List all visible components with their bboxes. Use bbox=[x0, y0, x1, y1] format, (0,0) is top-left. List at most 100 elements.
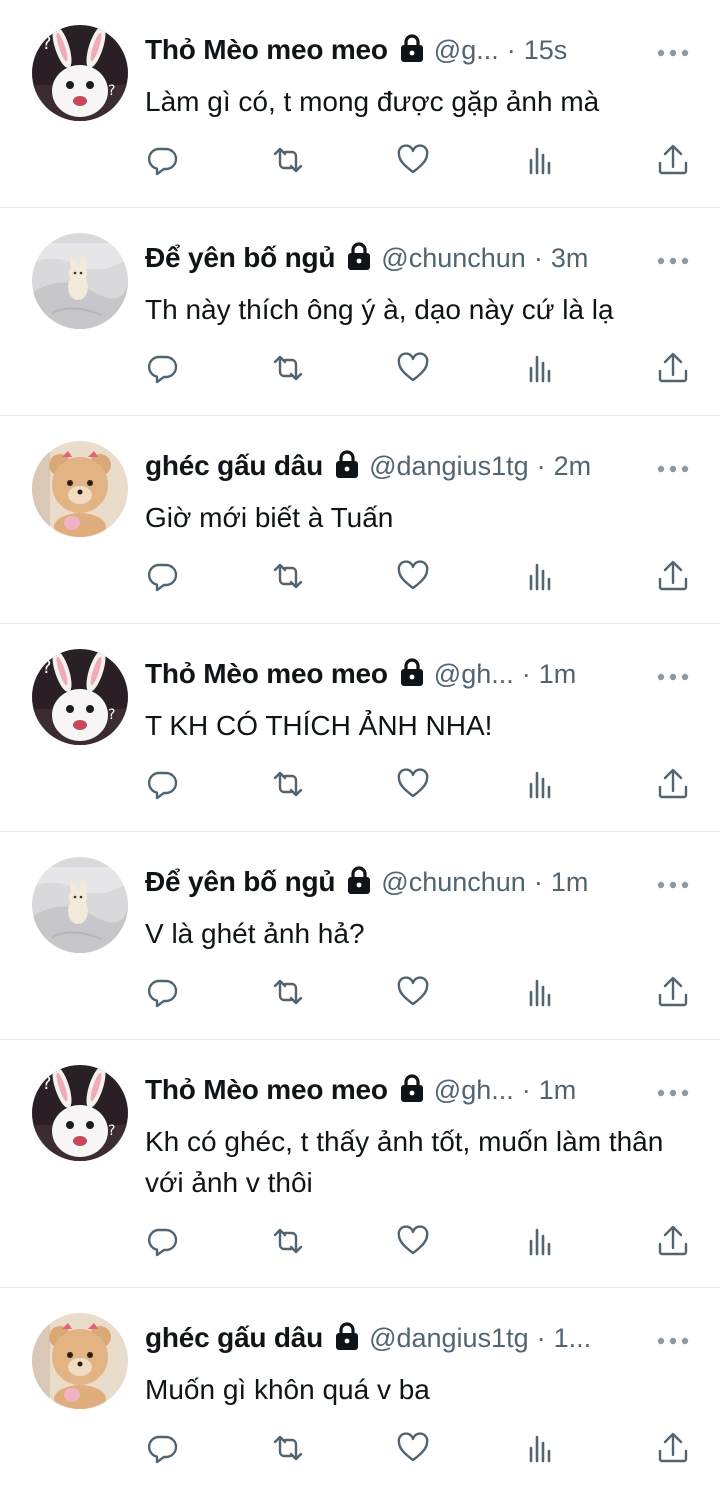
action-bar bbox=[0, 143, 720, 183]
more-icon[interactable] bbox=[656, 253, 690, 265]
views-icon[interactable] bbox=[524, 767, 558, 801]
reply-icon[interactable] bbox=[145, 1224, 179, 1258]
share-icon[interactable] bbox=[656, 559, 690, 593]
author-handle[interactable]: @gh... bbox=[434, 1075, 514, 1106]
tweet-header: Thỏ Mèo meo meo @g... · 15s bbox=[145, 30, 630, 70]
author-name[interactable]: Để yên bố ngủ bbox=[145, 866, 335, 898]
retweet-icon[interactable] bbox=[271, 975, 305, 1009]
author-handle[interactable]: @dangius1tg bbox=[369, 451, 529, 482]
more-icon[interactable] bbox=[656, 1333, 690, 1345]
author-name[interactable]: Thỏ Mèo meo meo bbox=[145, 34, 388, 66]
heart-icon[interactable] bbox=[396, 767, 430, 801]
retweet-icon[interactable] bbox=[271, 351, 305, 385]
author-handle[interactable]: @chunchun bbox=[381, 243, 526, 274]
timestamp[interactable]: 1m bbox=[551, 867, 589, 898]
author-name[interactable]: Thỏ Mèo meo meo bbox=[145, 1074, 388, 1106]
avatar[interactable]: ? ? bbox=[32, 1065, 128, 1161]
divider bbox=[0, 207, 720, 208]
timestamp[interactable]: 15s bbox=[524, 35, 568, 66]
action-bar bbox=[0, 975, 720, 1015]
author-name[interactable]: ghéc gấu dâu bbox=[145, 1322, 323, 1354]
share-icon[interactable] bbox=[656, 975, 690, 1009]
separator-dot: · bbox=[521, 658, 531, 689]
author-name[interactable]: Thỏ Mèo meo meo bbox=[145, 658, 388, 690]
separator-dot: · bbox=[536, 1322, 546, 1353]
svg-text:?: ? bbox=[108, 83, 115, 99]
timestamp[interactable]: 2m bbox=[554, 451, 592, 482]
divider bbox=[0, 623, 720, 624]
timestamp[interactable]: 1m bbox=[539, 1075, 577, 1106]
tweet-header: Thỏ Mèo meo meo @gh... · 1m bbox=[145, 1070, 630, 1110]
lock-icon bbox=[398, 1073, 426, 1103]
share-icon[interactable] bbox=[656, 143, 690, 177]
more-icon[interactable] bbox=[656, 877, 690, 889]
views-icon[interactable] bbox=[524, 1224, 558, 1258]
share-icon[interactable] bbox=[656, 1431, 690, 1465]
action-bar bbox=[0, 351, 720, 391]
more-icon[interactable] bbox=[656, 45, 690, 57]
share-icon[interactable] bbox=[656, 1224, 690, 1258]
reply-icon[interactable] bbox=[145, 143, 179, 177]
author-handle[interactable]: @g... bbox=[434, 35, 499, 66]
tweet-header: ghéc gấu dâu @dangius1tg · 1... bbox=[145, 1318, 630, 1358]
avatar[interactable] bbox=[32, 1313, 128, 1409]
bunny-avatar-image: ? ? bbox=[32, 1065, 128, 1161]
retweet-icon[interactable] bbox=[271, 559, 305, 593]
views-icon[interactable] bbox=[524, 559, 558, 593]
retweet-icon[interactable] bbox=[271, 1224, 305, 1258]
tweet-header: Để yên bố ngủ @chunchun · 3m bbox=[145, 238, 630, 278]
author-handle[interactable]: @chunchun bbox=[381, 867, 526, 898]
views-icon[interactable] bbox=[524, 975, 558, 1009]
lock-icon bbox=[345, 241, 373, 271]
reply-icon[interactable] bbox=[145, 559, 179, 593]
timestamp[interactable]: 1m bbox=[539, 659, 577, 690]
more-icon[interactable] bbox=[656, 1085, 690, 1097]
avatar[interactable]: ? ? bbox=[32, 649, 128, 745]
avatar[interactable] bbox=[32, 857, 128, 953]
divider bbox=[0, 1287, 720, 1288]
author-handle[interactable]: @dangius1tg bbox=[369, 1323, 529, 1354]
heart-icon[interactable] bbox=[396, 351, 430, 385]
heart-icon[interactable] bbox=[396, 143, 430, 177]
heart-icon[interactable] bbox=[396, 1224, 430, 1258]
tweet-text: Muốn gì khôn quá v ba bbox=[145, 1374, 430, 1405]
bunny-avatar-image: ? ? bbox=[32, 649, 128, 745]
separator-dot: · bbox=[536, 450, 546, 481]
svg-text:?: ? bbox=[42, 657, 52, 678]
reply-icon[interactable] bbox=[145, 767, 179, 801]
author-name[interactable]: ghéc gấu dâu bbox=[145, 450, 323, 482]
heart-icon[interactable] bbox=[396, 559, 430, 593]
reply-icon[interactable] bbox=[145, 351, 179, 385]
more-icon[interactable] bbox=[656, 669, 690, 681]
bear-avatar-image bbox=[32, 441, 128, 537]
action-bar bbox=[0, 1224, 720, 1264]
author-handle[interactable]: @gh... bbox=[434, 659, 514, 690]
avatar[interactable] bbox=[32, 441, 128, 537]
share-icon[interactable] bbox=[656, 767, 690, 801]
timestamp[interactable]: 3m bbox=[551, 243, 589, 274]
avatar[interactable] bbox=[32, 233, 128, 329]
views-icon[interactable] bbox=[524, 143, 558, 177]
action-bar bbox=[0, 1431, 720, 1471]
share-icon[interactable] bbox=[656, 351, 690, 385]
retweet-icon[interactable] bbox=[271, 143, 305, 177]
timestamp[interactable]: 1... bbox=[554, 1323, 592, 1354]
divider bbox=[0, 415, 720, 416]
bunny-avatar-image: ? ? bbox=[32, 25, 128, 121]
svg-text:?: ? bbox=[108, 707, 115, 723]
author-name[interactable]: Để yên bố ngủ bbox=[145, 242, 335, 274]
retweet-icon[interactable] bbox=[271, 767, 305, 801]
reply-icon[interactable] bbox=[145, 1431, 179, 1465]
heart-icon[interactable] bbox=[396, 975, 430, 1009]
heart-icon[interactable] bbox=[396, 1431, 430, 1465]
views-icon[interactable] bbox=[524, 1431, 558, 1465]
views-icon[interactable] bbox=[524, 351, 558, 385]
retweet-icon[interactable] bbox=[271, 1431, 305, 1465]
avatar[interactable]: ? ? bbox=[32, 25, 128, 121]
reply-icon[interactable] bbox=[145, 975, 179, 1009]
tweet-text: Giờ mới biết à Tuấn bbox=[145, 502, 394, 533]
more-icon[interactable] bbox=[656, 461, 690, 473]
separator-dot: · bbox=[506, 34, 516, 65]
tweet-text: Kh có ghéc, t thấy ảnh tốt, muốn làm thâ… bbox=[145, 1126, 664, 1198]
lock-icon bbox=[333, 1321, 361, 1351]
